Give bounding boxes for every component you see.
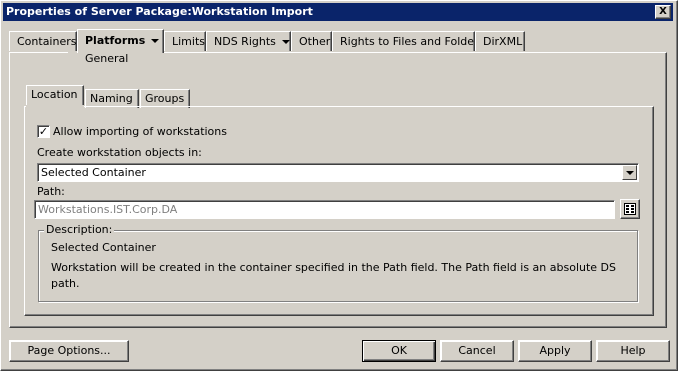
chevron-down-icon[interactable] [281, 40, 290, 44]
browse-button[interactable] [620, 199, 640, 219]
chevron-down-icon[interactable] [151, 39, 160, 43]
page-options-button[interactable]: Page Options... [9, 340, 129, 362]
chevron-down-icon [626, 171, 634, 175]
tab-rights-to-files-and-folders[interactable]: Rights to Files and Folders [332, 31, 484, 51]
description-label: Description: [44, 223, 115, 236]
tab-platforms[interactable]: Platforms [77, 29, 164, 53]
tab-dirxml[interactable]: DirXML [475, 31, 525, 51]
allow-importing-checkbox[interactable]: ✓ [37, 125, 50, 138]
browse-tree-icon [624, 203, 636, 215]
subtab-general[interactable]: General [85, 52, 128, 65]
tab-label: NDS Rights [214, 35, 276, 48]
create-in-value: Selected Container [41, 166, 146, 179]
button-label: Help [620, 344, 646, 357]
cancel-button[interactable]: Cancel [440, 340, 514, 362]
close-icon: X [659, 6, 667, 17]
description-line-1: Workstation will be created in the conta… [51, 261, 617, 274]
allow-importing-label[interactable]: Allow importing of workstations [53, 125, 227, 138]
ok-button[interactable]: OK [362, 340, 436, 362]
tab-nds-rights[interactable]: NDS Rights [206, 31, 291, 51]
tab-label: Limits [172, 35, 205, 48]
tab-label: Other [299, 35, 331, 48]
description-line-2: path. [51, 277, 80, 290]
description-title: Selected Container [51, 241, 156, 254]
tab-limits[interactable]: Limits [164, 31, 206, 51]
tab-other[interactable]: Other [291, 31, 332, 51]
tab-label: Platforms [85, 34, 146, 47]
path-input[interactable] [34, 200, 615, 219]
tab-label: Location [31, 88, 78, 101]
button-label: Cancel [458, 344, 496, 357]
title-bar[interactable]: Properties of Server Package:Workstation… [3, 3, 673, 21]
path-label: Path: [37, 185, 65, 198]
check-icon: ✓ [38, 125, 49, 138]
create-in-dropdown-button[interactable] [622, 165, 637, 180]
create-in-label: Create workstation objects in: [37, 146, 202, 159]
tab-label: Rights to Files and Folders [340, 35, 485, 48]
window-title: Properties of Server Package:Workstation… [6, 5, 313, 18]
tab-containers[interactable]: Containers [9, 31, 77, 51]
close-button[interactable]: X [655, 5, 671, 19]
button-label: Page Options... [27, 344, 111, 357]
active-inner-tab-join [26, 105, 84, 108]
button-label: Apply [539, 344, 571, 357]
button-label: OK [391, 344, 407, 357]
help-button[interactable]: Help [596, 340, 670, 362]
create-in-select[interactable]: Selected Container [37, 163, 639, 182]
tab-label: Containers [17, 35, 77, 48]
tab-label: DirXML [483, 35, 523, 48]
apply-button[interactable]: Apply [518, 340, 592, 362]
